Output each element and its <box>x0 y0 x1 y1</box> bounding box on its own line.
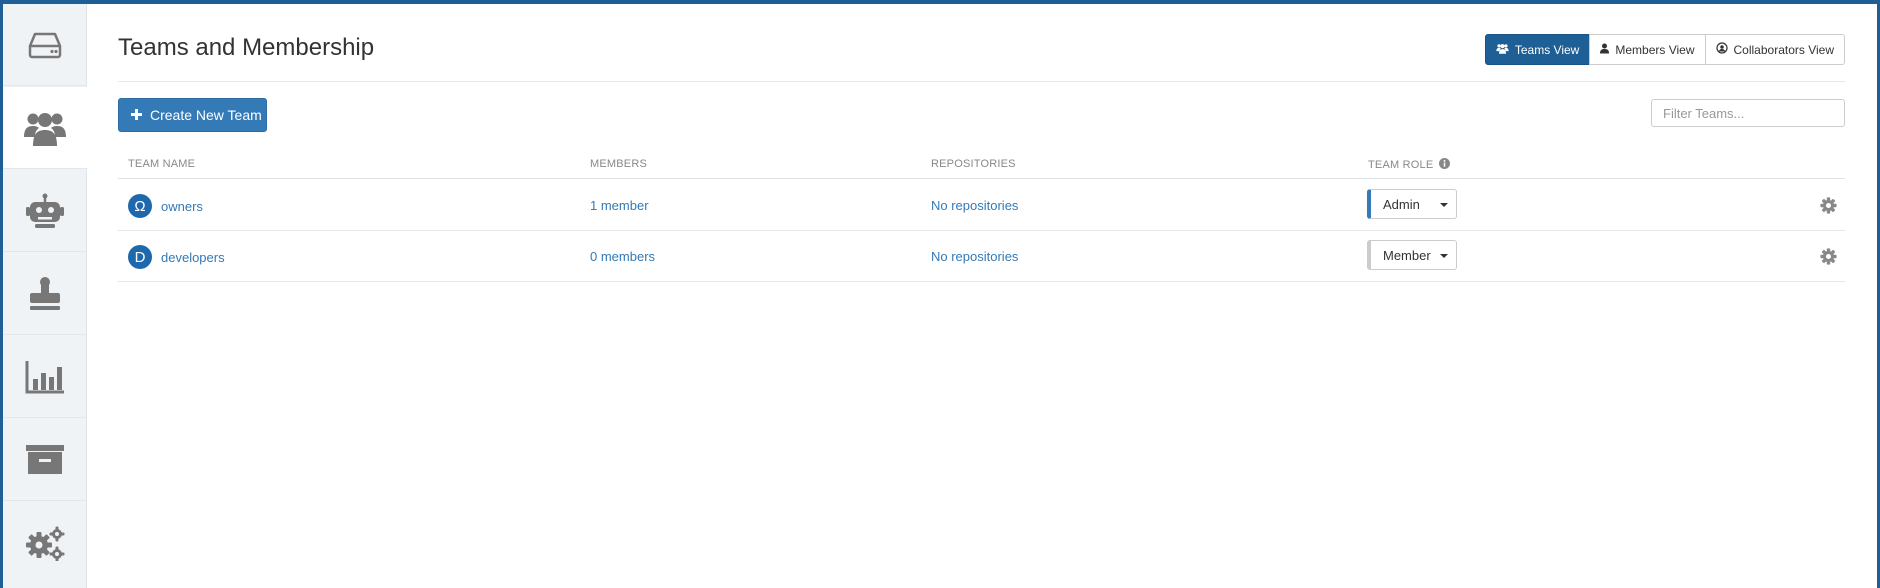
sidebar-item-settings[interactable] <box>3 502 87 584</box>
members-view-button[interactable]: Members View <box>1589 34 1706 65</box>
team-role-dropdown[interactable]: Admin <box>1367 189 1457 219</box>
gears-icon <box>25 525 65 561</box>
column-header-team-role[interactable]: TEAM ROLE <box>1368 158 1451 172</box>
users-icon <box>24 109 66 147</box>
plus-icon <box>131 107 142 123</box>
info-icon[interactable] <box>1439 158 1451 172</box>
repositories-link[interactable]: No repositories <box>931 198 1018 213</box>
caret-down-icon <box>1440 254 1448 258</box>
archive-box-icon <box>26 444 64 475</box>
page-title: Teams and Membership <box>118 34 375 61</box>
collaborators-view-label: Collaborators View <box>1733 42 1835 57</box>
team-role-value: Admin <box>1383 196 1420 212</box>
sidebar-item-applications[interactable] <box>3 419 87 501</box>
gear-icon[interactable] <box>1820 197 1837 219</box>
team-role-header-label: TEAM ROLE <box>1368 159 1434 171</box>
members-view-label: Members View <box>1615 42 1695 57</box>
teams-view-label: Teams View <box>1514 42 1580 57</box>
team-avatar: D <box>128 245 152 269</box>
hard-drive-icon <box>28 31 62 59</box>
team-role-value: Member <box>1383 247 1431 263</box>
view-toggle-group: Teams View Members View Collaborators Vi… <box>1484 34 1845 65</box>
sidebar-item-robot-accounts[interactable] <box>3 170 87 252</box>
user-circle-icon <box>1715 42 1728 57</box>
filter-teams-input[interactable] <box>1651 99 1845 127</box>
table-row: D developers 0 members No repositories M… <box>118 231 1845 282</box>
members-count-link[interactable]: 1 member <box>590 198 649 213</box>
team-name-header-label: TEAM NAME <box>128 158 196 170</box>
table-row: Ω owners 1 member No repositories Admin <box>118 180 1845 231</box>
robot-icon <box>26 193 64 229</box>
create-new-team-button[interactable]: Create New Team <box>118 98 267 132</box>
team-name-link[interactable]: owners <box>161 199 203 214</box>
column-header-members[interactable]: MEMBERS <box>590 158 647 170</box>
sidebar-item-repositories[interactable] <box>3 4 87 86</box>
team-avatar: Ω <box>128 194 152 218</box>
team-name-link[interactable]: developers <box>161 250 225 265</box>
sidebar-item-teams[interactable] <box>3 87 88 169</box>
app-window: Teams and Membership Teams View Members … <box>3 4 1877 588</box>
members-header-label: MEMBERS <box>590 158 648 170</box>
team-name-cell: Ω owners <box>128 194 203 218</box>
table-header: TEAM NAME MEMBERS REPOSITORIES TEAM ROLE <box>118 154 1845 179</box>
repositories-link[interactable]: No repositories <box>931 249 1018 264</box>
members-count-link[interactable]: 0 members <box>590 249 655 264</box>
team-name-cell: D developers <box>128 245 225 269</box>
bar-chart-icon <box>25 360 65 394</box>
repositories-header-label: REPOSITORIES <box>931 158 1016 170</box>
gear-icon[interactable] <box>1820 248 1837 270</box>
collaborators-view-button[interactable]: Collaborators View <box>1704 34 1845 65</box>
column-header-team-name[interactable]: TEAM NAME <box>128 158 195 170</box>
user-icon <box>1600 43 1610 57</box>
teams-view-button[interactable]: Teams View <box>1484 34 1591 65</box>
title-divider <box>118 81 1845 82</box>
users-icon <box>1496 43 1509 57</box>
column-header-repositories[interactable]: REPOSITORIES <box>931 158 1016 170</box>
stamp-icon <box>27 276 63 312</box>
caret-down-icon <box>1440 203 1448 207</box>
sidebar-item-usage-logs[interactable] <box>3 336 87 418</box>
create-new-team-label: Create New Team <box>150 107 262 123</box>
sidebar-item-default-permissions[interactable] <box>3 253 87 335</box>
team-role-dropdown[interactable]: Member <box>1367 240 1457 270</box>
sidebar <box>3 4 88 588</box>
